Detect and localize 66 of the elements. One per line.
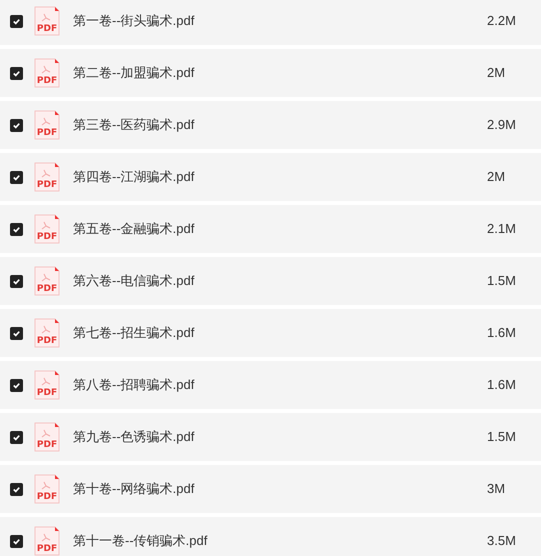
- file-row[interactable]: PDF 第八卷--招聘骗术.pdf 1.6M: [0, 361, 541, 409]
- pdf-file-icon: PDF: [34, 318, 60, 348]
- file-row[interactable]: PDF 第九卷--色诱骗术.pdf 1.5M: [0, 413, 541, 461]
- checkbox[interactable]: [10, 482, 23, 496]
- checkbox[interactable]: [10, 534, 23, 548]
- file-name: 第十一卷--传销骗术.pdf: [73, 532, 208, 550]
- file-name: 第十卷--网络骗术.pdf: [73, 480, 194, 498]
- file-row[interactable]: PDF 第三卷--医药骗术.pdf 2.9M: [0, 101, 541, 149]
- file-size: 1.5M: [487, 428, 517, 446]
- file-row[interactable]: PDF 第十卷--网络骗术.pdf 3M: [0, 465, 541, 513]
- check-icon: [12, 536, 21, 546]
- check-icon: [12, 276, 21, 286]
- check-icon: [12, 68, 21, 78]
- file-size: 1.5M: [487, 272, 517, 290]
- pdf-file-icon: PDF: [34, 474, 60, 504]
- file-name: 第一卷--街头骗术.pdf: [73, 12, 194, 30]
- file-row[interactable]: PDF 第七卷--招生骗术.pdf 1.6M: [0, 309, 541, 357]
- file-row[interactable]: PDF 第四卷--江湖骗术.pdf 2M: [0, 153, 541, 201]
- pdf-file-icon: PDF: [34, 370, 60, 400]
- pdf-file-icon: PDF: [34, 6, 60, 36]
- check-icon: [12, 120, 21, 130]
- checkbox[interactable]: [10, 66, 23, 80]
- file-row[interactable]: PDF 第十一卷--传销骗术.pdf 3.5M: [0, 517, 541, 556]
- file-name: 第九卷--色诱骗术.pdf: [73, 428, 194, 446]
- pdf-file-icon: PDF: [34, 526, 60, 556]
- checkbox[interactable]: [10, 222, 23, 236]
- file-size: 3.5M: [487, 532, 517, 550]
- file-size: 2M: [487, 64, 506, 82]
- checkbox[interactable]: [10, 378, 23, 392]
- check-icon: [12, 432, 21, 442]
- file-size: 2.2M: [487, 12, 517, 30]
- file-size: 1.6M: [487, 324, 517, 342]
- file-name: 第六卷--电信骗术.pdf: [73, 272, 194, 290]
- checkbox[interactable]: [10, 274, 23, 288]
- file-name: 第四卷--江湖骗术.pdf: [73, 168, 194, 186]
- file-row[interactable]: PDF 第一卷--街头骗术.pdf 2.2M: [0, 0, 541, 45]
- check-icon: [12, 172, 21, 182]
- pdf-file-icon: PDF: [34, 58, 60, 88]
- check-icon: [12, 224, 21, 234]
- checkbox[interactable]: [10, 170, 23, 184]
- file-name: 第八卷--招聘骗术.pdf: [73, 376, 194, 394]
- check-icon: [12, 16, 21, 26]
- file-size: 2.1M: [487, 220, 517, 238]
- file-size: 2M: [487, 168, 506, 186]
- check-icon: [12, 380, 21, 390]
- check-icon: [12, 484, 21, 494]
- file-row[interactable]: PDF 第二卷--加盟骗术.pdf 2M: [0, 49, 541, 97]
- file-name: 第三卷--医药骗术.pdf: [73, 116, 194, 134]
- check-icon: [12, 328, 21, 338]
- checkbox[interactable]: [10, 326, 23, 340]
- pdf-file-icon: PDF: [34, 214, 60, 244]
- pdf-file-icon: PDF: [34, 162, 60, 192]
- file-name: 第二卷--加盟骗术.pdf: [73, 64, 194, 82]
- pdf-file-icon: PDF: [34, 266, 60, 296]
- checkbox[interactable]: [10, 118, 23, 132]
- pdf-file-icon: PDF: [34, 422, 60, 452]
- file-row[interactable]: PDF 第六卷--电信骗术.pdf 1.5M: [0, 257, 541, 305]
- file-row[interactable]: PDF 第五卷--金融骗术.pdf 2.1M: [0, 205, 541, 253]
- file-size: 3M: [487, 480, 506, 498]
- file-size: 2.9M: [487, 116, 517, 134]
- checkbox[interactable]: [10, 14, 23, 28]
- file-size: 1.6M: [487, 376, 517, 394]
- file-name: 第七卷--招生骗术.pdf: [73, 324, 194, 342]
- checkbox[interactable]: [10, 430, 23, 444]
- pdf-file-icon: PDF: [34, 110, 60, 140]
- file-name: 第五卷--金融骗术.pdf: [73, 220, 194, 238]
